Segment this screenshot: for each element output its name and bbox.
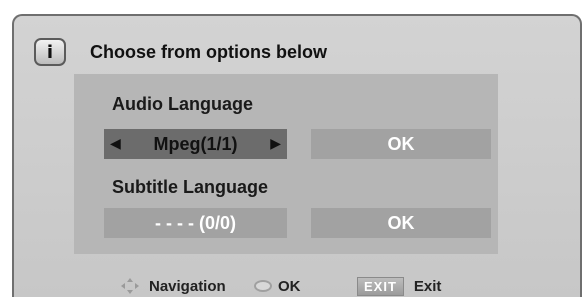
exit-hint: EXIT Exit <box>357 274 441 298</box>
subtitle-ok-button[interactable]: OK <box>311 208 491 238</box>
navigation-label: Navigation <box>149 277 226 295</box>
language-options-dialog: i Choose from options below Audio Langua… <box>12 14 582 297</box>
dpad-icon <box>121 278 139 294</box>
dialog-title: Choose from options below <box>90 41 327 62</box>
ok-hint: OK <box>254 274 301 298</box>
ok-hint-label: OK <box>278 277 301 295</box>
subtitle-language-value: - - - - (0/0) <box>155 212 236 233</box>
subtitle-language-label: Subtitle Language <box>112 177 269 197</box>
right-arrow-icon[interactable]: ▶ <box>270 136 281 152</box>
audio-language-selector[interactable]: ◀ Mpeg(1/1) ▶ <box>104 129 287 159</box>
audio-language-label: Audio Language <box>112 94 253 114</box>
dialog-header: i Choose from options below <box>34 34 327 70</box>
info-icon: i <box>34 38 66 66</box>
audio-language-value: Mpeg(1/1) <box>153 133 238 154</box>
subtitle-language-selector[interactable]: - - - - (0/0) <box>104 208 287 238</box>
ok-button-icon <box>254 280 272 292</box>
exit-key-icon: EXIT <box>357 276 404 296</box>
audio-ok-button[interactable]: OK <box>311 129 491 159</box>
navigation-hint: Navigation <box>119 274 226 298</box>
exit-label: Exit <box>413 277 442 295</box>
key-hint-footer: Navigation OK EXIT Exit <box>14 274 580 298</box>
options-panel: Audio Language ◀ Mpeg(1/1) ▶ OK Subtitle… <box>74 74 498 254</box>
left-arrow-icon[interactable]: ◀ <box>110 136 121 152</box>
